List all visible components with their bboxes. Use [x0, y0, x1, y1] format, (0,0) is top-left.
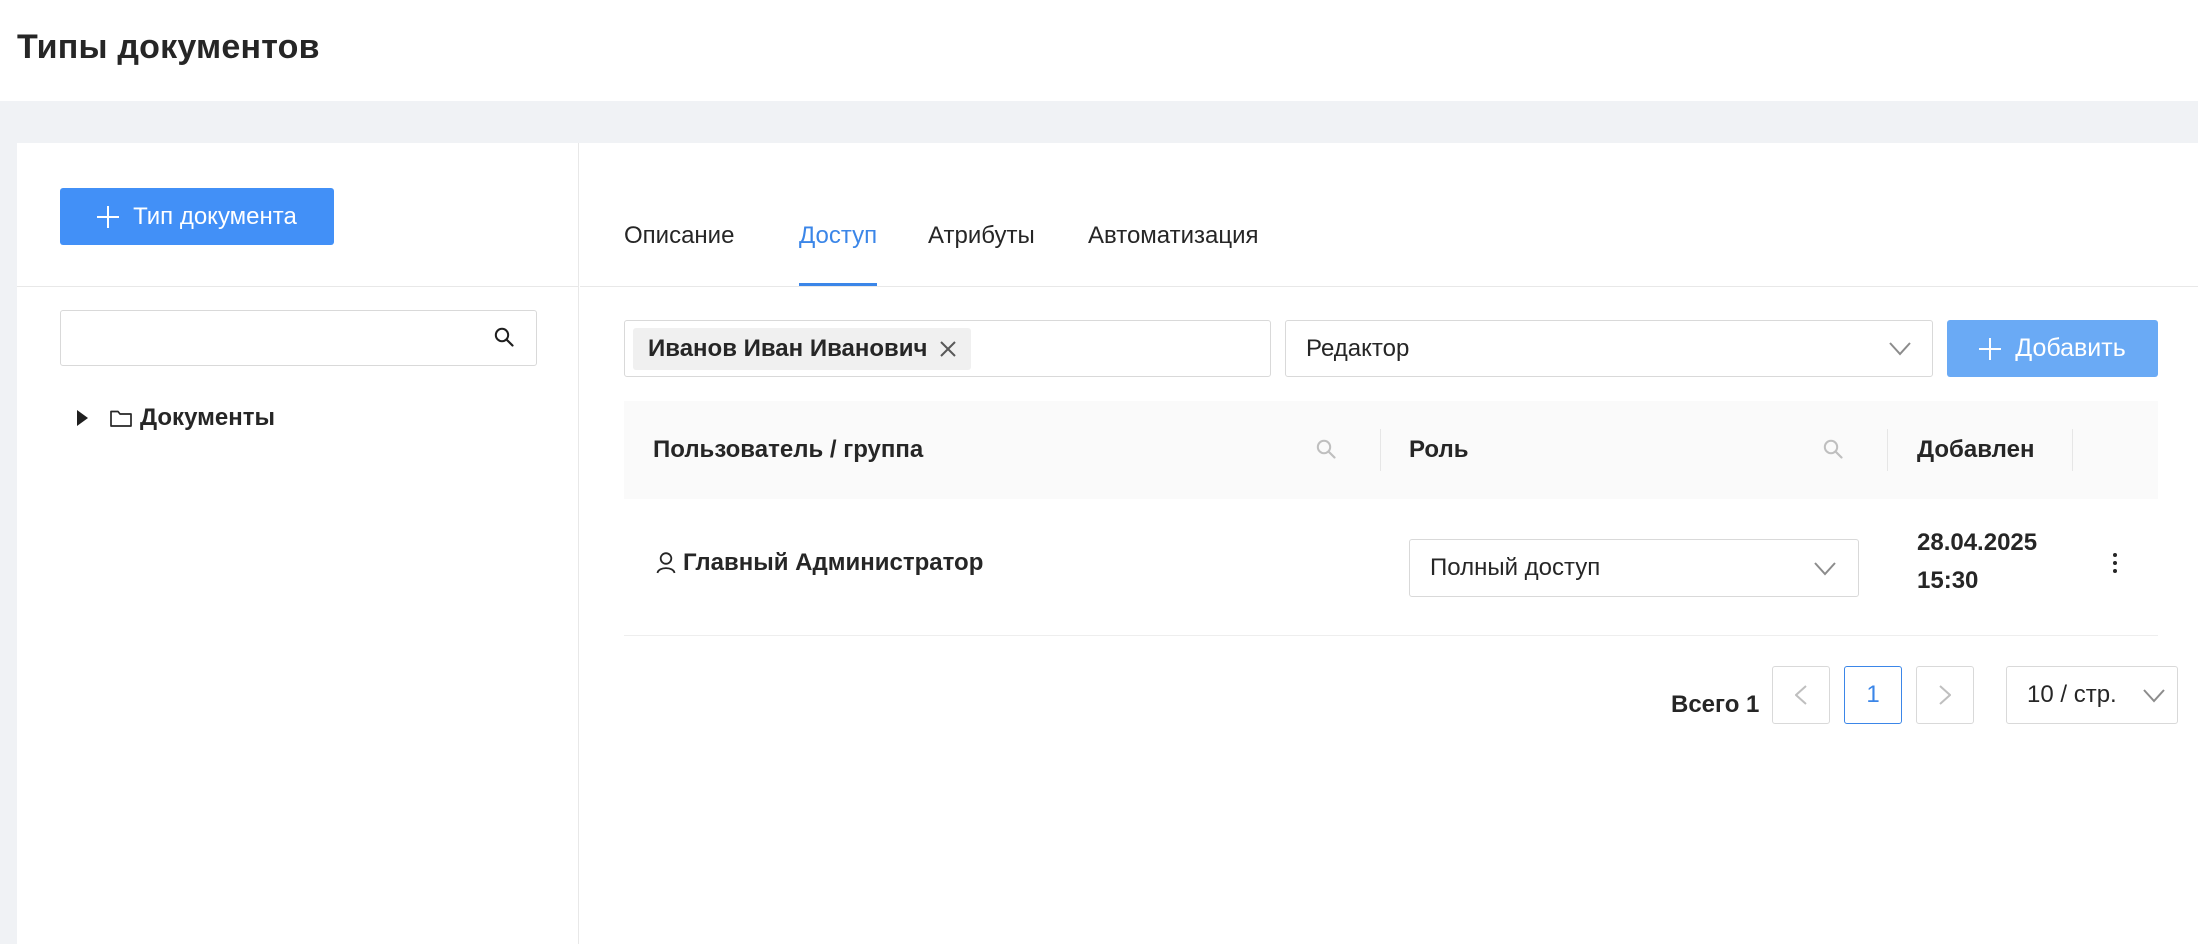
added-time: 15:30	[1917, 567, 1979, 594]
column-header-role: Роль	[1409, 436, 1469, 463]
chevron-right-icon	[1939, 685, 1951, 705]
column-header-user: Пользователь / группа	[653, 436, 924, 463]
user-cell: Главный Администратор	[655, 549, 983, 577]
search-icon[interactable]	[494, 327, 514, 347]
access-table-header: Пользователь / группа Роль Добавлен	[624, 401, 2158, 499]
selected-user-name: Иванов Иван Иванович	[648, 335, 928, 362]
row-role-select[interactable]: Полный доступ	[1409, 539, 1859, 597]
chevron-left-icon	[1795, 685, 1807, 705]
role-select-value: Редактор	[1306, 334, 1410, 362]
page-size-select[interactable]: 10 / стр.	[2006, 666, 2178, 724]
page-size-value: 10 / стр.	[2027, 681, 2117, 708]
tree-search	[60, 310, 537, 366]
sidebar-actions: Тип документа	[17, 143, 579, 287]
add-document-type-label: Тип документа	[133, 202, 297, 230]
chevron-down-icon	[1814, 562, 1836, 576]
more-vertical-icon[interactable]	[2112, 551, 2118, 575]
pagination-total: Всего 1	[1671, 691, 1760, 718]
tree-node-label: Документы	[140, 404, 275, 431]
add-access-label: Добавить	[2015, 334, 2126, 362]
table-row: Главный Администратор Полный доступ 28.0…	[624, 499, 2158, 636]
user-name: Главный Администратор	[683, 549, 984, 576]
add-document-type-button[interactable]: Тип документа	[60, 188, 334, 245]
added-date-cell: 28.04.2025 15:30	[1917, 524, 2037, 600]
next-page-button[interactable]	[1916, 666, 1974, 724]
column-separator[interactable]	[2072, 429, 2073, 471]
close-icon[interactable]	[939, 340, 957, 358]
column-separator[interactable]	[1380, 429, 1381, 471]
column-header-added: Добавлен	[1917, 436, 2035, 463]
document-types-sidebar: Тип документа Документы	[17, 143, 579, 944]
details-tabs: Описание Доступ Атрибуты Автоматизация	[580, 143, 2198, 287]
tree-search-input[interactable]	[61, 311, 481, 365]
chevron-down-icon	[1889, 342, 1911, 356]
caret-right-icon[interactable]	[77, 410, 88, 426]
tab-access[interactable]: Доступ	[799, 222, 878, 286]
folder-icon	[110, 410, 132, 427]
selected-user-tag: Иванов Иван Иванович	[633, 328, 972, 370]
plus-icon	[97, 205, 120, 228]
search-icon[interactable]	[1823, 439, 1843, 459]
tree-node-documents[interactable]: Документы	[77, 398, 275, 438]
added-date: 28.04.2025	[1917, 529, 2038, 556]
chevron-down-icon	[2143, 689, 2165, 703]
user-icon	[656, 552, 676, 574]
main-content: Тип документа Документы Описание Доступ …	[17, 143, 2198, 944]
document-type-details: Описание Доступ Атрибуты Автоматизация И…	[580, 143, 2198, 944]
user-select-input[interactable]: Иванов Иван Иванович	[624, 320, 1271, 377]
column-separator[interactable]	[1887, 429, 1888, 471]
tab-description[interactable]: Описание	[624, 222, 734, 286]
row-role-value: Полный доступ	[1430, 554, 1601, 581]
page-title: Типы документов	[17, 28, 320, 66]
add-access-button[interactable]: Добавить	[1947, 320, 2158, 377]
plus-icon	[1979, 337, 2002, 360]
tab-attributes[interactable]: Атрибуты	[928, 222, 1035, 286]
tab-automation[interactable]: Автоматизация	[1088, 222, 1259, 286]
previous-page-button[interactable]	[1772, 666, 1830, 724]
search-icon[interactable]	[1316, 439, 1336, 459]
role-select[interactable]: Редактор	[1285, 320, 1933, 377]
page-button-1[interactable]: 1	[1844, 666, 1902, 724]
page-header: Типы документов	[0, 0, 2198, 101]
